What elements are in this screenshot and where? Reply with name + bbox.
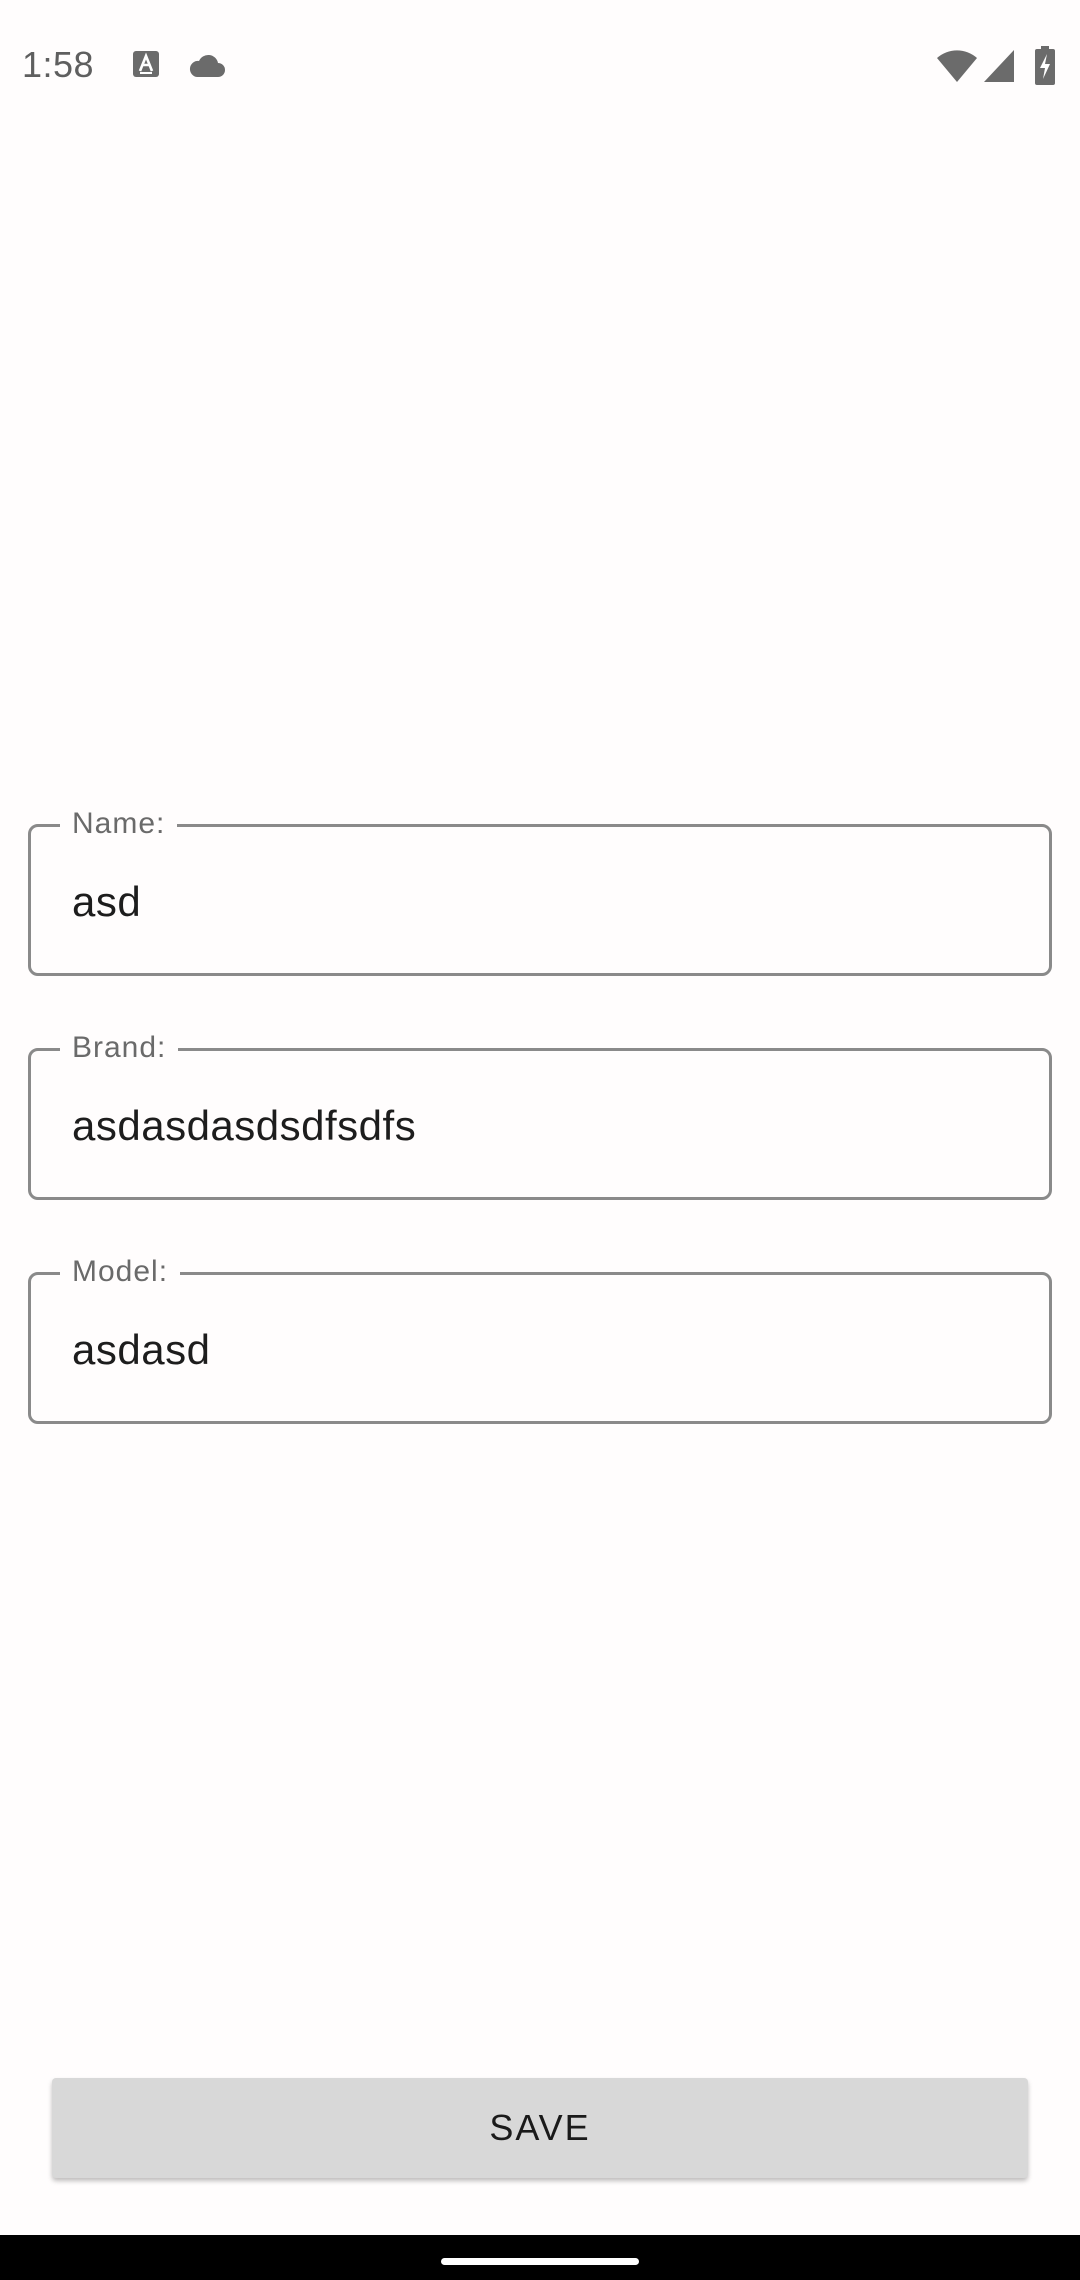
name-field[interactable]: Name: asd (28, 804, 1052, 976)
text-format-icon (132, 50, 160, 83)
status-time: 1:58 (22, 44, 95, 85)
battery-charging-icon (1034, 46, 1056, 91)
name-field-value[interactable]: asd (72, 876, 141, 928)
cloud-icon (188, 54, 226, 83)
screen: 1:58 Name: asd Brand: asdasdasdsdfsdfs M… (0, 0, 1080, 2280)
save-button-label: SAVE (489, 2107, 591, 2148)
navigation-bar (0, 2235, 1080, 2280)
cell-signal-icon (982, 48, 1016, 89)
save-button[interactable]: SAVE (52, 2078, 1028, 2178)
brand-field-label: Brand: (60, 1028, 179, 1068)
model-field-label: Model: (60, 1252, 181, 1292)
brand-field[interactable]: Brand: asdasdasdsdfsdfs (28, 1028, 1052, 1200)
status-bar: 1:58 (0, 0, 1080, 135)
model-field[interactable]: Model: asdasd (28, 1252, 1052, 1424)
brand-field-value[interactable]: asdasdasdsdfsdfs (72, 1100, 416, 1152)
home-gesture-handle[interactable] (441, 2258, 639, 2265)
model-field-value[interactable]: asdasd (72, 1324, 210, 1376)
name-field-outline (28, 824, 1052, 976)
wifi-icon (936, 48, 978, 89)
name-field-label: Name: (60, 804, 178, 844)
